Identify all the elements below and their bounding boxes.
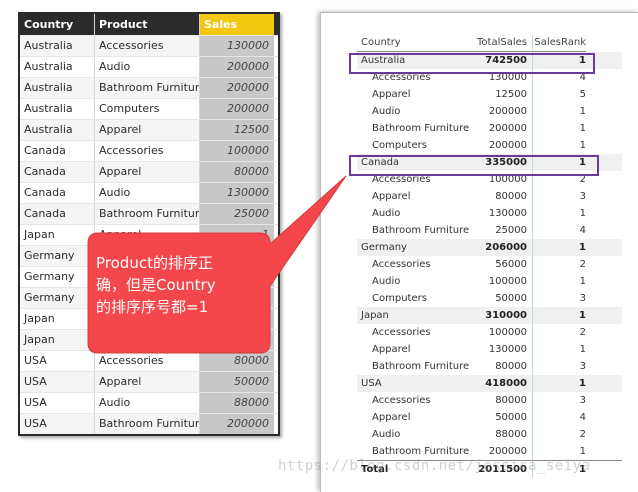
callout-line: Product的排序正 xyxy=(96,254,213,272)
callout-line: 确，但是Country xyxy=(96,276,216,294)
callout-line: 的排序序号都=1 xyxy=(96,298,209,316)
callout-bubble xyxy=(87,175,347,354)
watermark: https://blog.csdn.net/jessica_seiya xyxy=(278,458,591,474)
callout-text: Product的排序正 确，但是Country 的排序序号都=1 xyxy=(96,252,256,318)
